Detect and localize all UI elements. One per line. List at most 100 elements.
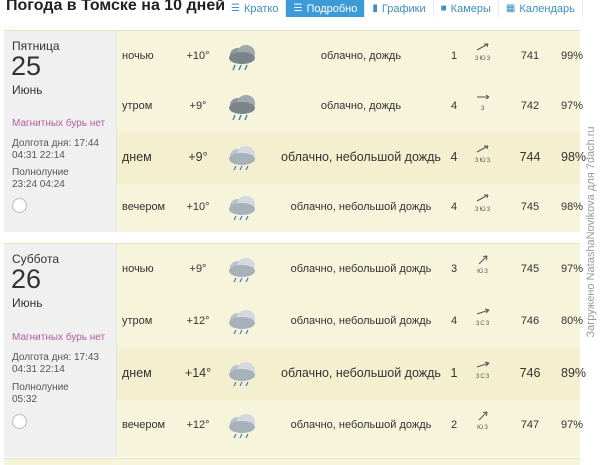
wind-direction: ЗСЗ bbox=[472, 307, 494, 327]
wind-arrow-icon bbox=[475, 255, 491, 268]
wind-arrow-icon bbox=[475, 411, 491, 424]
wind-speed: 1 bbox=[450, 366, 458, 380]
wind-direction: ЗЮЗ bbox=[472, 193, 494, 213]
pressure: 745 bbox=[520, 201, 540, 213]
wind-direction-label: ЮЗ bbox=[477, 425, 489, 431]
month: Июнь bbox=[12, 83, 43, 97]
magnetic-storm-link[interactable]: Магнитных бурь нет bbox=[12, 118, 105, 129]
wind-arrow-icon bbox=[475, 143, 491, 157]
moon-icon bbox=[12, 198, 27, 213]
description: облачно, дождь bbox=[320, 50, 402, 62]
forecast-row: вечером +10° облачно, небольшой дождь 4 … bbox=[117, 182, 584, 234]
description: облачно, дождь bbox=[320, 100, 402, 112]
tab-short[interactable]: ☰ Кратко bbox=[224, 0, 287, 17]
wind-direction: ЗСЗ bbox=[472, 359, 494, 380]
period: днем bbox=[122, 366, 152, 380]
wind-speed: 3 bbox=[450, 263, 458, 275]
temperature: +10° bbox=[186, 50, 210, 62]
forecast-row: ночью +9° облачно, небольшой дождь 3 ЮЗ … bbox=[117, 244, 584, 296]
wind-arrow-icon bbox=[475, 359, 491, 373]
magnetic-storm-link[interactable]: Магнитных бурь нет bbox=[12, 332, 105, 343]
wind-direction: ЮЗ bbox=[472, 255, 494, 275]
description: облачно, небольшой дождь bbox=[290, 201, 432, 213]
watermark-text: Загружено NatashaNovikova для 7dach.ru bbox=[585, 126, 597, 338]
tab-cameras[interactable]: ■ Камеры bbox=[434, 0, 499, 17]
temperature: +10° bbox=[186, 201, 210, 213]
moon-phase: Полнолуние bbox=[12, 167, 69, 178]
day-number: 25 bbox=[11, 51, 42, 81]
humidity: 97% bbox=[561, 100, 584, 112]
moon-phase: Полнолуние bbox=[12, 382, 69, 393]
description: облачно, небольшой дождь bbox=[290, 419, 432, 431]
wind-speed: 4 bbox=[450, 315, 458, 327]
header-bar: Погода в Томске на 10 дней ☰ Кратко ☰ По… bbox=[0, 0, 583, 20]
chart-icon: ▮ bbox=[372, 3, 378, 14]
description: облачно, небольшой дождь bbox=[281, 366, 441, 380]
daylight-length: Долгота дня: 17:43 bbox=[12, 352, 99, 363]
camera-icon: ■ bbox=[440, 3, 447, 14]
wind-direction: ЗЮЗ bbox=[472, 143, 494, 164]
tab-label: Графики bbox=[381, 2, 426, 15]
wind-direction-label: З bbox=[480, 106, 486, 112]
wind-arrow-icon bbox=[475, 308, 491, 320]
tab-charts[interactable]: ▮ Графики bbox=[365, 0, 434, 17]
description: облачно, небольшой дождь bbox=[281, 150, 441, 164]
pressure: 745 bbox=[520, 263, 540, 275]
wind-direction: З bbox=[472, 92, 494, 112]
temperature: +9° bbox=[189, 100, 207, 112]
cloud-rain-icon bbox=[225, 40, 259, 77]
period: ночью bbox=[122, 50, 154, 62]
wind-speed: 2 bbox=[450, 419, 458, 431]
moon-icon bbox=[12, 414, 27, 429]
cloud-light-rain-icon bbox=[225, 191, 259, 228]
humidity: 98% bbox=[561, 201, 584, 213]
wind-arrow-icon bbox=[475, 43, 491, 55]
wind-direction-label: ЗСЗ bbox=[475, 321, 491, 327]
description: облачно, небольшой дождь bbox=[290, 263, 432, 275]
wind-direction: ЮЗ bbox=[472, 411, 494, 431]
day-number: 26 bbox=[11, 264, 42, 294]
tab-label: Календарь bbox=[519, 2, 575, 15]
wind-direction: ЗЮЗ bbox=[472, 42, 494, 62]
humidity: 97% bbox=[561, 419, 584, 431]
temperature: +12° bbox=[186, 419, 210, 431]
tab-label: Камеры bbox=[450, 2, 491, 15]
wind-direction-label: ЗЮЗ bbox=[474, 158, 492, 164]
sunrise-sunset: 04:31 22:14 bbox=[12, 364, 65, 375]
pressure: 744 bbox=[519, 150, 541, 164]
day-block: Пятница 25 Июнь Магнитных бурь нет Долго… bbox=[4, 30, 586, 234]
daylight-length: Долгота дня: 17:44 bbox=[12, 138, 99, 149]
cloud-rain-icon bbox=[225, 90, 259, 127]
period: днем bbox=[122, 150, 152, 164]
wind-speed: 4 bbox=[450, 150, 458, 164]
period: вечером bbox=[122, 419, 166, 431]
moonrise-moonset: 05:32 bbox=[12, 394, 38, 405]
wind-speed: 4 bbox=[450, 100, 458, 112]
temperature: +12° bbox=[186, 315, 210, 327]
day-block: Суббота 26 Июнь Магнитных бурь нет Долго… bbox=[4, 243, 586, 457]
forecast-row: утром +9° облачно, дождь 4 З 742 97% bbox=[117, 81, 584, 133]
moonrise-moonset: 23:24 04:24 bbox=[12, 179, 65, 190]
forecast-row: утром +12° облачно, небольшой дождь 4 ЗС… bbox=[117, 296, 584, 348]
temperature: +9° bbox=[189, 263, 207, 275]
period: вечером bbox=[122, 201, 166, 213]
watermark: Загружено NatashaNovikova для 7dach.ru bbox=[582, 0, 600, 464]
cloud-light-rain-icon bbox=[225, 141, 259, 178]
wind-arrow-icon bbox=[475, 194, 491, 206]
pressure: 747 bbox=[520, 419, 540, 431]
wind-direction-label: ЗСЗ bbox=[475, 374, 491, 380]
day-info: Суббота 26 Июнь Магнитных бурь нет Долго… bbox=[4, 244, 117, 457]
period: ночью bbox=[122, 263, 154, 275]
description: облачно, небольшой дождь bbox=[290, 315, 432, 327]
tab-calendar[interactable]: ▦ Календарь bbox=[499, 0, 583, 17]
cloud-light-rain-icon bbox=[225, 409, 259, 446]
tab-detailed[interactable]: ☰ Подробно bbox=[286, 0, 366, 17]
humidity: 97% bbox=[561, 263, 584, 275]
wind-direction-label: ЮЗ bbox=[477, 269, 489, 275]
forecast-row: днем +14° облачно, небольшой дождь 1 ЗСЗ… bbox=[117, 348, 586, 400]
period: утром bbox=[122, 315, 153, 327]
wind-speed: 4 bbox=[450, 201, 458, 213]
wind-direction-label: ЗЮЗ bbox=[474, 56, 492, 62]
pressure: 742 bbox=[520, 100, 540, 112]
humidity: 80% bbox=[561, 315, 584, 327]
